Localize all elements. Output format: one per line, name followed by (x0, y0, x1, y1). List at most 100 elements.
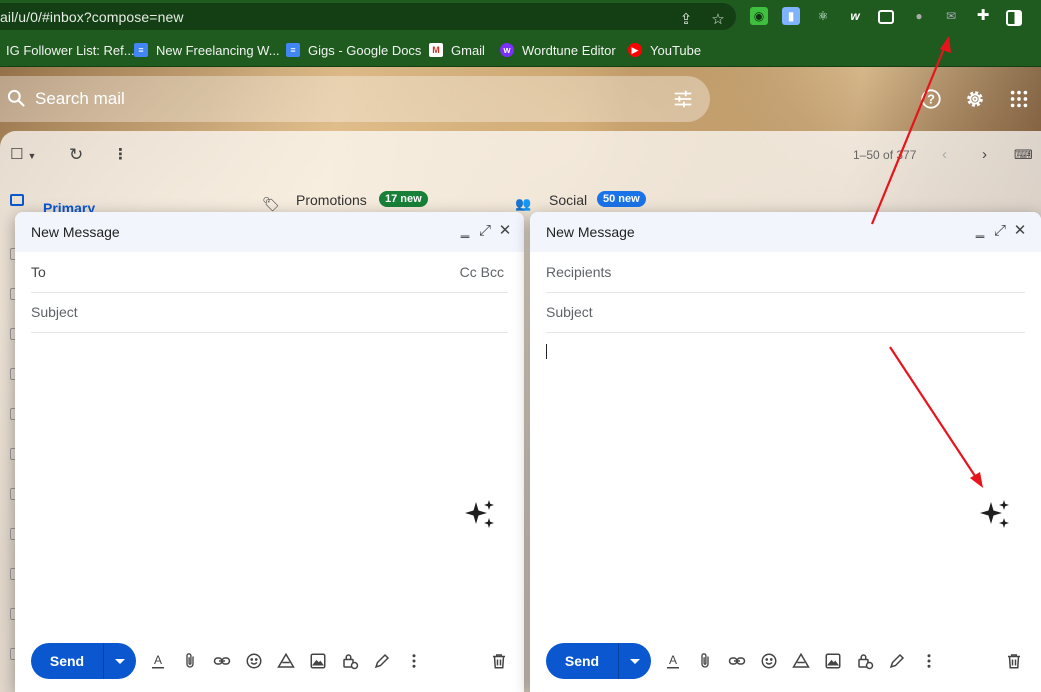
youtube-icon: ▶ (628, 43, 642, 57)
fullscreen-icon[interactable]: ⤢ (992, 222, 1008, 240)
attach-icon[interactable] (696, 652, 714, 670)
emoji-icon[interactable] (760, 652, 778, 670)
bookmark-youtube[interactable]: ▶ YouTube (628, 40, 701, 60)
formatting-icon[interactable]: A (664, 652, 682, 670)
drive-icon[interactable] (792, 652, 810, 670)
sparkle-ai-icon[interactable] (463, 498, 497, 532)
attach-icon[interactable] (181, 652, 199, 670)
search-bar[interactable]: Search mail (0, 76, 710, 122)
discard-trash-icon[interactable] (1005, 652, 1023, 670)
compose-title: New Message (546, 224, 635, 240)
send-button[interactable]: Send (31, 643, 136, 679)
more-options-icon[interactable]: ⋮ (113, 146, 128, 164)
dot-extension-icon[interactable]: ● (910, 7, 928, 25)
cc-bcc-link[interactable]: Cc Bcc (460, 264, 504, 280)
formatting-icon[interactable]: A (149, 652, 167, 670)
schedule-send-dropdown[interactable] (619, 643, 651, 679)
keyboard-icon[interactable]: ⌨ (1014, 146, 1033, 164)
minimize-icon[interactable]: ‗ (972, 222, 988, 240)
bookmark-label: YouTube (650, 43, 701, 58)
tab-promotions[interactable]: Promotions (296, 192, 367, 208)
pagination-text: 1–50 of 377 (853, 148, 916, 162)
doc-extension-icon[interactable]: ▮ (782, 7, 800, 25)
insert-photo-icon[interactable] (824, 652, 842, 670)
send-button[interactable]: Send (546, 643, 651, 679)
link-icon[interactable] (213, 652, 231, 670)
svg-text:?: ? (927, 92, 935, 107)
discard-trash-icon[interactable] (490, 652, 508, 670)
more-options-icon[interactable] (405, 652, 423, 670)
category-tabs: Primary 🏷 Promotions 17 new 👥 Social 50 … (0, 186, 1041, 214)
bookmark-label: Gmail (451, 43, 485, 58)
pip-extension-icon[interactable] (878, 10, 894, 24)
emoji-icon[interactable] (245, 652, 263, 670)
close-icon[interactable]: ✕ (1012, 222, 1028, 240)
message-body[interactable] (31, 333, 508, 633)
text-cursor (546, 344, 547, 359)
bookmark-new-freelancing[interactable]: ≡ New Freelancing W... (134, 40, 280, 60)
subject-field[interactable]: Subject (31, 292, 508, 333)
signature-pen-icon[interactable] (373, 652, 391, 670)
insert-photo-icon[interactable] (309, 652, 327, 670)
bookmark-gigs-docs[interactable]: ≡ Gigs - Google Docs (286, 40, 421, 60)
tag-icon: 🏷 (262, 196, 280, 213)
mail-extension-icon[interactable]: ✉ (942, 7, 960, 25)
wordtune-extension-icon[interactable]: w (846, 7, 864, 25)
schedule-send-dropdown[interactable] (104, 643, 136, 679)
bookmark-star-icon[interactable]: ☆ (709, 11, 727, 29)
refresh-icon[interactable]: ↻ (69, 146, 83, 164)
minimize-icon[interactable]: ‗ (457, 222, 473, 240)
link-icon[interactable] (728, 652, 746, 670)
fullscreen-icon[interactable]: ⤢ (477, 222, 493, 240)
search-placeholder: Search mail (35, 89, 125, 109)
svg-text:A: A (154, 653, 162, 667)
message-body[interactable] (546, 333, 1025, 633)
select-all-checkbox[interactable]: ☐▼ (10, 146, 36, 164)
compose-header[interactable]: New Message ‗ ⤢ ✕ (15, 212, 524, 252)
extensions-puzzle-icon[interactable]: ✚ (974, 7, 992, 25)
bookmark-label: IG Follower List: Ref... (6, 43, 135, 58)
bookmark-ig-follower[interactable]: IG Follower List: Ref... (6, 40, 135, 60)
prev-page-icon[interactable]: ‹ (942, 146, 947, 164)
bookmark-label: Gigs - Google Docs (308, 43, 421, 58)
confidential-mode-icon[interactable] (341, 652, 359, 670)
signature-pen-icon[interactable] (888, 652, 906, 670)
settings-gear-icon[interactable] (964, 88, 986, 110)
confidential-mode-icon[interactable] (856, 652, 874, 670)
subject-field[interactable]: Subject (546, 292, 1025, 333)
share-icon[interactable]: ⇪ (677, 11, 695, 29)
wordtune-icon: w (500, 43, 514, 57)
people-icon: 👥 (515, 196, 531, 212)
subject-placeholder: Subject (546, 304, 593, 320)
subject-placeholder: Subject (31, 304, 78, 320)
address-bar[interactable]: ail/u/0/#inbox?compose=new ⇪ ☆ (0, 3, 736, 30)
url-text[interactable]: ail/u/0/#inbox?compose=new (0, 9, 184, 25)
search-icon[interactable] (6, 88, 26, 108)
to-label: To (31, 264, 46, 280)
compose-window-left: New Message ‗ ⤢ ✕ To Cc Bcc Subject Send… (15, 212, 524, 692)
apps-grid-icon[interactable] (1008, 88, 1030, 110)
sidepanel-icon[interactable] (1006, 10, 1022, 26)
bookmark-wordtune[interactable]: w Wordtune Editor (500, 40, 616, 60)
sparkle-ai-icon[interactable] (978, 498, 1012, 532)
drive-icon[interactable] (277, 652, 295, 670)
tab-social[interactable]: Social (549, 192, 587, 208)
recipients-field[interactable]: Recipients (546, 252, 1025, 293)
bookmark-label: New Freelancing W... (156, 43, 280, 58)
gmail-icon: M (429, 43, 443, 57)
docs-icon: ≡ (286, 43, 300, 57)
help-icon[interactable]: ? (920, 88, 942, 110)
social-badge: 50 new (597, 191, 646, 207)
search-options-icon[interactable] (672, 88, 694, 110)
inbox-icon (10, 194, 24, 206)
close-icon[interactable]: ✕ (497, 222, 513, 240)
react-extension-icon[interactable]: ⚛ (814, 7, 832, 25)
to-field[interactable]: To Cc Bcc (31, 252, 508, 293)
frog-extension-icon[interactable]: ◉ (750, 7, 768, 25)
more-options-icon[interactable] (920, 652, 938, 670)
bookmark-gmail[interactable]: M Gmail (429, 40, 485, 60)
compose-header[interactable]: New Message ‗ ⤢ ✕ (530, 212, 1041, 252)
svg-text:A: A (669, 653, 677, 667)
promotions-badge: 17 new (379, 191, 428, 207)
next-page-icon[interactable]: › (982, 146, 987, 164)
